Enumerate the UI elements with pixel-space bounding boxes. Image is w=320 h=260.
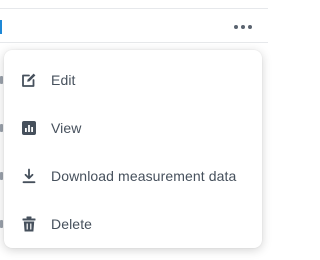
- menu-item-edit[interactable]: Edit: [4, 56, 262, 104]
- bar-chart-icon: [20, 119, 38, 137]
- download-icon: [20, 167, 38, 185]
- more-options-button[interactable]: [232, 18, 254, 36]
- table-row-divider: [0, 42, 268, 43]
- table-row-edge: [0, 124, 3, 132]
- menu-item-label: View: [51, 120, 82, 136]
- row-accent-marker: [0, 20, 2, 34]
- more-horizontal-icon: [234, 25, 238, 29]
- menu-item-label: Edit: [51, 72, 76, 88]
- table-row-edge: [0, 172, 3, 180]
- screen: Edit View Download measurement data Dele…: [0, 0, 268, 260]
- context-menu: Edit View Download measurement data Dele…: [4, 50, 262, 248]
- edit-icon: [20, 71, 38, 89]
- table-row-edge: [0, 76, 3, 84]
- menu-item-download-measurement-data[interactable]: Download measurement data: [4, 152, 262, 200]
- trash-icon: [20, 215, 38, 233]
- menu-item-view[interactable]: View: [4, 104, 262, 152]
- table-row-edge: [0, 220, 3, 228]
- menu-item-label: Download measurement data: [51, 168, 237, 184]
- table-row-divider: [0, 8, 268, 9]
- menu-item-delete[interactable]: Delete: [4, 200, 262, 248]
- menu-item-label: Delete: [51, 216, 93, 232]
